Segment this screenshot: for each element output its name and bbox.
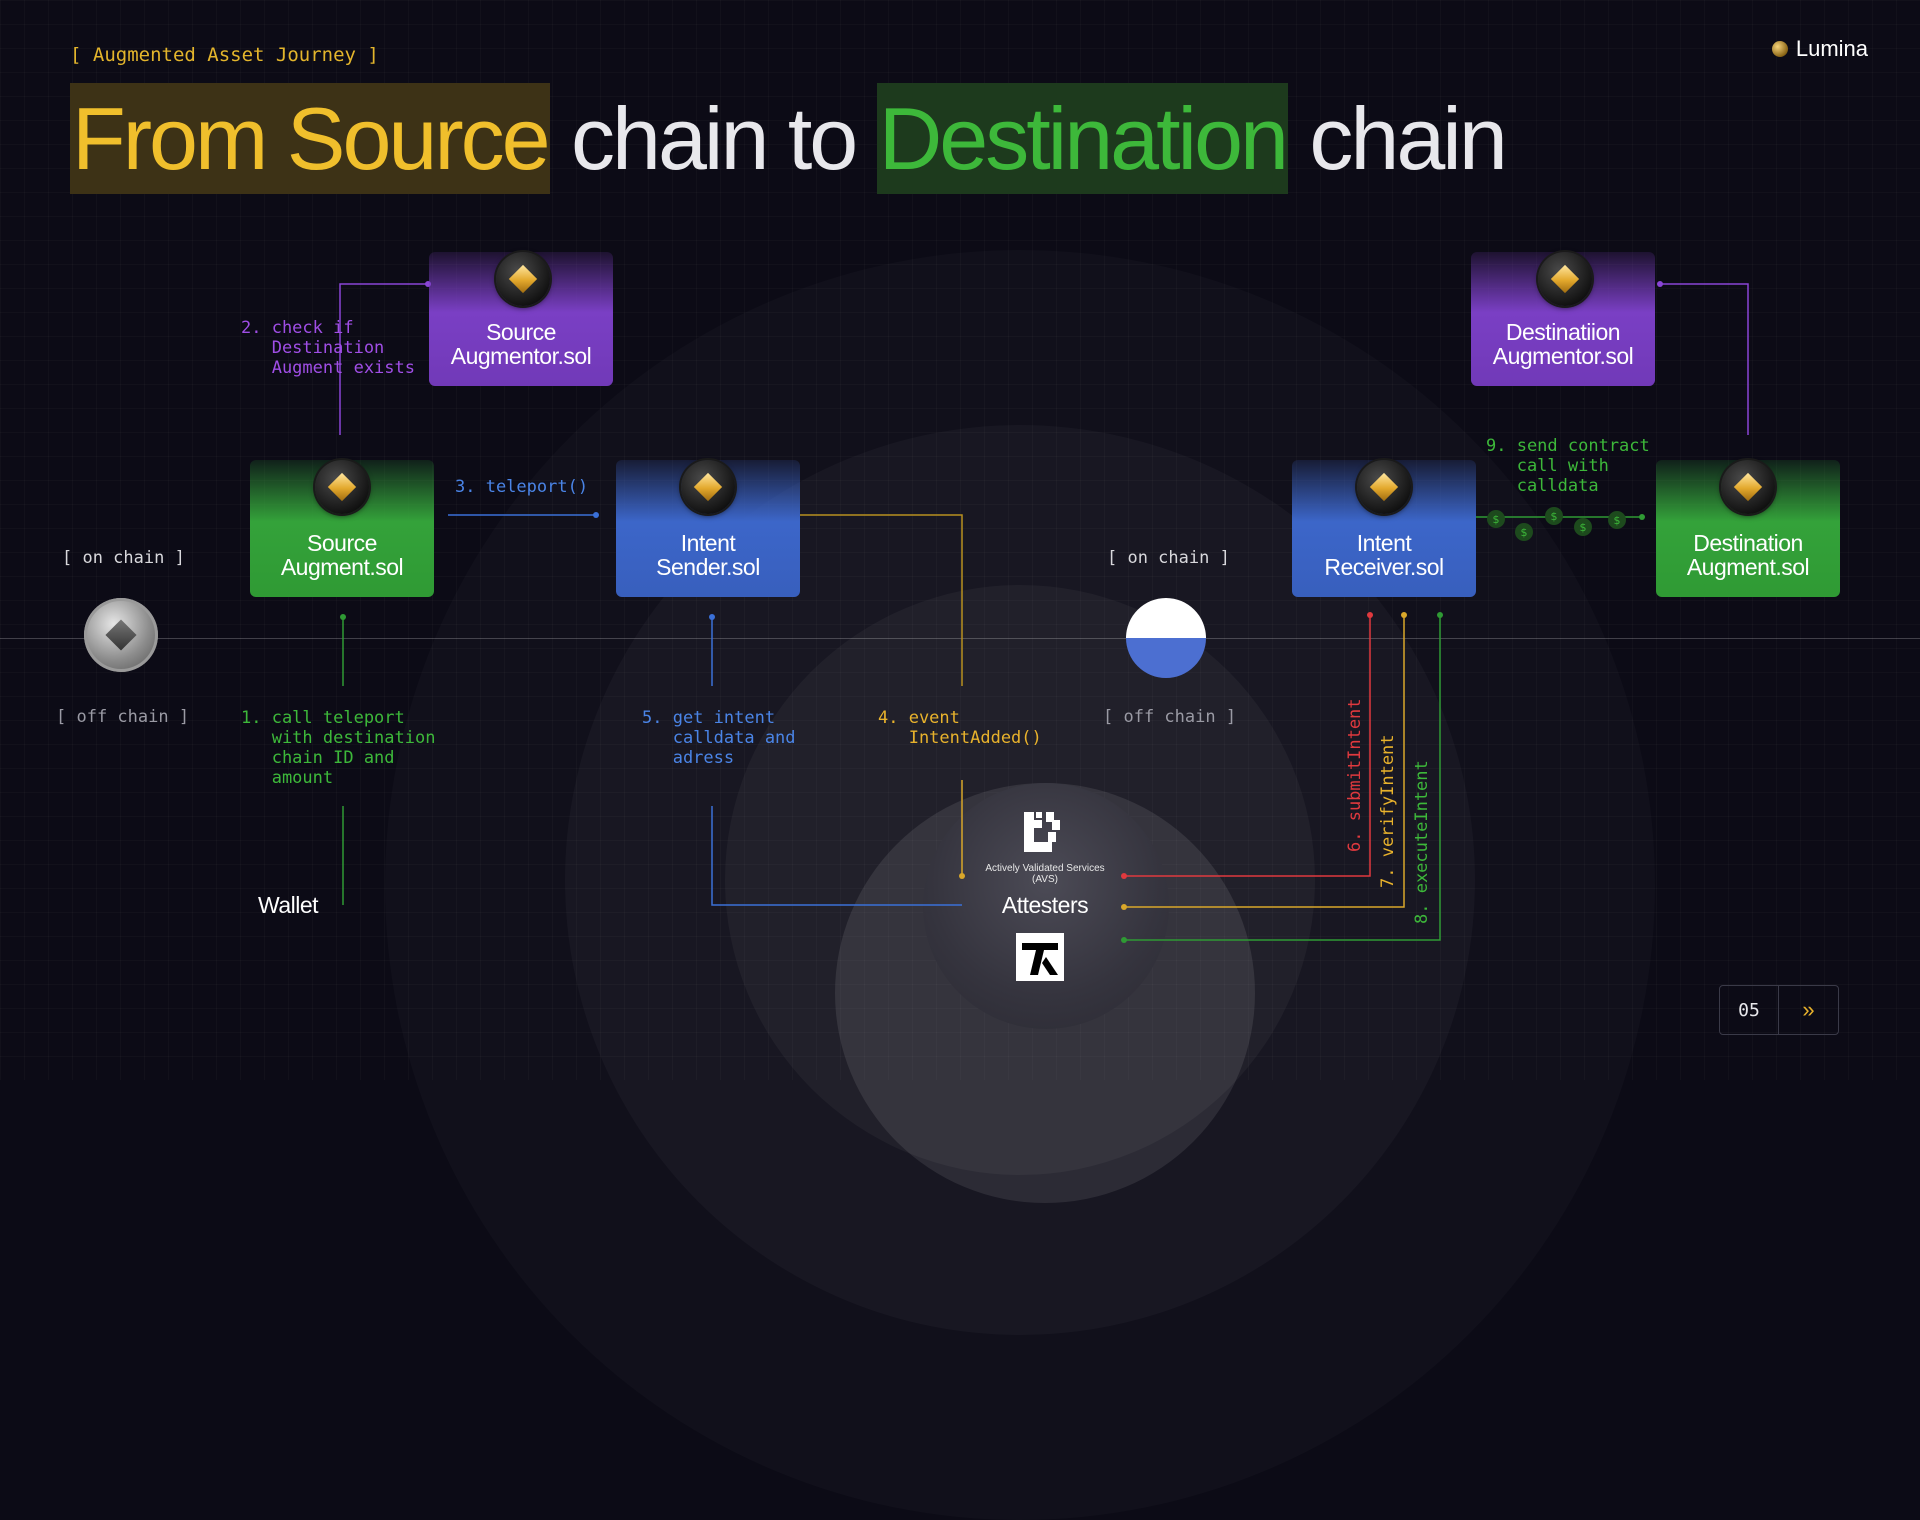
step-3-label: 3. teleport() [455,477,589,497]
title-middle: chain to [571,89,858,188]
box-line: Intent [680,530,736,556]
page-title: From Source chain to Destination chain [70,83,1508,194]
attesters-label: Attesters [1001,892,1089,918]
avs-label: Actively Validated Services (AVS) [985,863,1105,885]
step-5-label: 5. get intent calldata and adress [642,708,796,768]
svg-text:$: $ [1551,510,1558,523]
diamond-coin-icon [1357,460,1411,514]
step-2-label: 2. check if Destination Augment exists [241,318,415,378]
svg-text:$: $ [1493,513,1500,526]
diamond-coin-icon [496,252,550,306]
step-4-label: 4. event IntentAdded() [878,708,1042,748]
step-9-label: 9. send contract call with calldata [1486,436,1650,496]
pagination: 05 » [1719,985,1839,1035]
box-line: Augmentor.sol [1492,343,1634,369]
pie-chart-icon [1126,598,1206,678]
section-tag: [ Augmented Asset Journey ] [70,44,379,66]
mid-off-chain-label: [ off chain ] [1103,707,1237,727]
attester-logo-icon [1016,933,1064,981]
box-line: Augment.sol [1686,554,1810,580]
title-destination: Destination [876,83,1289,194]
mid-on-chain-label: [ on chain ] [1107,548,1230,568]
box-line: Intent [1356,530,1412,556]
step-1-label: 1. call teleport with destination chain … [241,708,436,788]
double-chevron-right-icon[interactable]: » [1779,986,1838,1034]
diamond-coin-icon [681,460,735,514]
diamond-coin-icon [1721,460,1775,514]
svg-text:$: $ [1580,521,1587,534]
diamond-coin-icon [315,460,369,514]
left-off-chain-label: [ off chain ] [56,707,190,727]
lumina-icon [1771,41,1788,57]
connector-right-purple [1660,283,1749,435]
wallet-label: Wallet [258,892,319,918]
left-on-chain-label: [ on chain ] [62,548,185,568]
box-line: Source [486,319,556,345]
box-line: Augmentor.sol [450,343,592,369]
dollar-coins: $ $ $ $ $ [1487,507,1626,541]
box-line: Source [307,530,377,556]
diamond-coin-icon [1538,252,1592,306]
brand-logo: Lumina [1771,36,1868,62]
step-7-label: 7. verifyIntent [1378,734,1398,888]
box-line: Destinatiion [1505,319,1621,345]
title-end: chain [1309,89,1507,188]
svg-text:$: $ [1521,526,1528,539]
brand-name: Lumina [1795,36,1868,61]
eigenlayer-logo-icon [1024,812,1060,852]
step-8-label: 8. executeIntent [1412,760,1432,924]
box-line: Augment.sol [280,554,404,580]
box-line: Sender.sol [656,554,760,580]
box-line: Receiver.sol [1324,554,1444,580]
page-number: 05 [1720,986,1779,1034]
title-source: From Source [70,83,551,194]
box-line: Destination [1693,530,1803,556]
connector-step4-top [800,514,963,686]
svg-text:$: $ [1614,514,1621,527]
ethereum-coin-icon [84,598,158,672]
connector-step5-bottom [711,806,962,906]
step-6-label: 6. submitIntent [1345,698,1365,852]
